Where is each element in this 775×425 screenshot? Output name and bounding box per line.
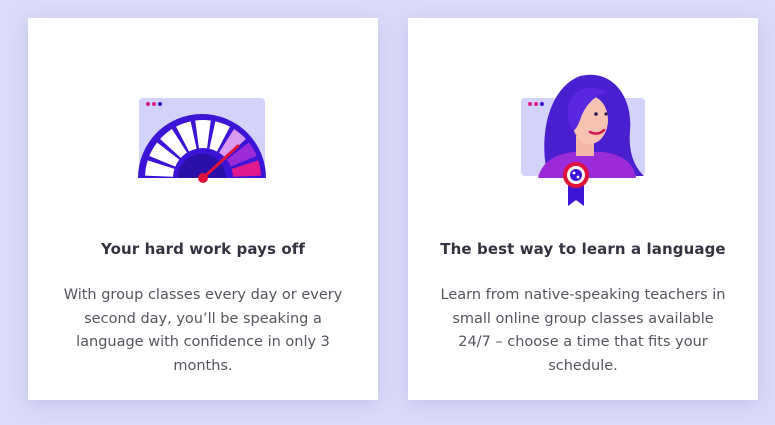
card-title: Your hard work pays off (101, 240, 305, 258)
card-description: With group classes every day or every se… (63, 287, 343, 374)
teacher-award-icon (521, 74, 645, 206)
card-description: Learn from native-speaking teachers in s… (440, 287, 726, 374)
speedometer-icon (138, 98, 266, 183)
feature-card-hard-work: Your hard work pays off With group class… (28, 18, 378, 400)
feature-card-best-way: The best way to learn a language Learn f… (408, 18, 758, 400)
card-title: The best way to learn a language (440, 240, 726, 258)
